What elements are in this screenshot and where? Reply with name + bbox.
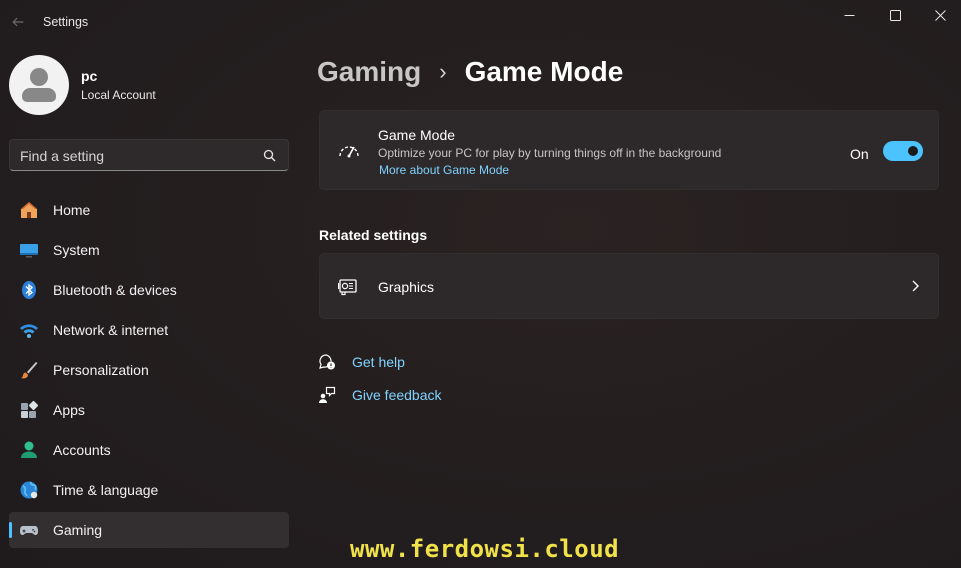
sidebar-item-time-language[interactable]: Time & language (9, 472, 289, 508)
minimize-icon (844, 14, 854, 16)
chevron-right-icon: › (439, 59, 447, 84)
feedback-icon (319, 386, 336, 403)
home-icon (19, 200, 39, 220)
help-chat-icon (319, 354, 335, 370)
game-mode-icon (339, 146, 359, 158)
profile-name: pc (81, 68, 98, 84)
chevron-right-icon (912, 280, 919, 292)
game-mode-card: Game Mode Optimize your PC for play by t… (319, 110, 939, 190)
watermark-text: www.ferdowsi.cloud (350, 535, 620, 563)
close-icon (934, 9, 946, 21)
breadcrumb-parent[interactable]: Gaming (317, 56, 421, 88)
breadcrumb: Gaming › Game Mode (317, 56, 623, 88)
globe-icon (19, 480, 39, 500)
avatar (9, 55, 69, 115)
app-title: Settings (43, 15, 89, 29)
sidebar-item-home[interactable]: Home (9, 192, 289, 228)
sidebar-item-label: Apps (53, 402, 85, 418)
user-profile[interactable]: pc Local Account (9, 55, 156, 115)
sidebar-item-label: Personalization (53, 362, 149, 378)
graphics-card-icon (338, 279, 357, 296)
sidebar-item-label: Home (53, 202, 91, 218)
toggle-knob (908, 146, 918, 156)
close-button[interactable] (917, 0, 961, 30)
profile-account-type: Local Account (81, 88, 156, 102)
apps-icon (19, 400, 39, 420)
game-mode-description: Optimize your PC for play by turning thi… (378, 146, 722, 160)
search-box[interactable] (9, 139, 289, 171)
sidebar-item-system[interactable]: System (9, 232, 289, 268)
give-feedback-link[interactable]: Give feedback (318, 386, 442, 404)
controller-icon (19, 520, 39, 540)
sidebar-item-accounts[interactable]: Accounts (9, 432, 289, 468)
bluetooth-icon (19, 280, 39, 300)
sidebar-item-label: Network & internet (53, 322, 169, 338)
page-title: Game Mode (464, 56, 624, 87)
get-help-link[interactable]: Get help (318, 353, 405, 371)
graphics-label: Graphics (378, 279, 435, 295)
back-arrow-icon[interactable] (8, 10, 28, 34)
get-help-label[interactable]: Get help (352, 354, 405, 370)
wifi-icon (19, 320, 39, 340)
search-icon[interactable] (263, 149, 276, 162)
accounts-icon (19, 440, 39, 460)
graphics-settings-item[interactable]: Graphics (319, 253, 939, 319)
sidebar-item-gaming[interactable]: Gaming (9, 512, 289, 548)
sidebar-item-network[interactable]: Network & internet (9, 312, 289, 348)
sidebar-item-apps[interactable]: Apps (9, 392, 289, 428)
title-bar: Settings (0, 0, 961, 44)
sidebar-nav: Home System Bluetooth & devices Network … (9, 192, 289, 552)
minimize-button[interactable] (826, 0, 872, 30)
system-icon (19, 240, 39, 260)
sidebar-item-label: System (53, 242, 100, 258)
sidebar-item-personalization[interactable]: Personalization (9, 352, 289, 388)
toggle-state-label: On (850, 146, 869, 162)
more-about-game-mode-link[interactable]: More about Game Mode (379, 163, 509, 177)
sidebar-item-label: Time & language (53, 482, 159, 498)
maximize-button[interactable] (872, 0, 918, 30)
game-mode-toggle[interactable] (883, 141, 923, 161)
sidebar-item-bluetooth[interactable]: Bluetooth & devices (9, 272, 289, 308)
sidebar-item-label: Bluetooth & devices (53, 282, 177, 298)
sidebar-item-label: Accounts (53, 442, 111, 458)
sidebar-item-label: Gaming (53, 522, 103, 538)
game-mode-title: Game Mode (378, 127, 456, 143)
maximize-icon (889, 9, 901, 21)
search-input[interactable] (20, 146, 250, 166)
brush-icon (19, 360, 39, 380)
give-feedback-label[interactable]: Give feedback (352, 387, 442, 403)
related-settings-heading: Related settings (319, 227, 428, 243)
